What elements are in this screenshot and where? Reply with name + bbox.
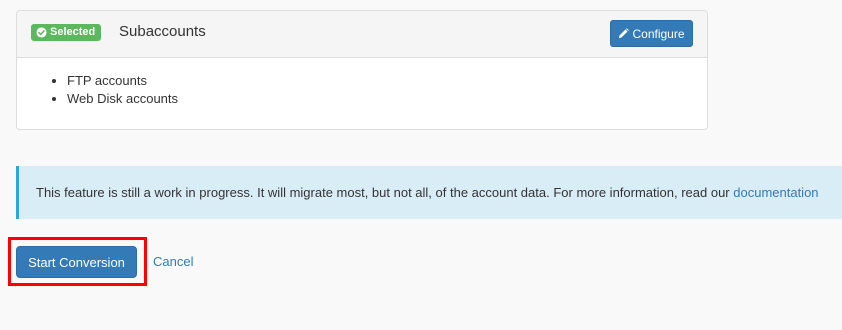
panel-title: Subaccounts <box>119 23 206 40</box>
subaccount-feature-list: FTP accounts Web Disk accounts <box>17 72 707 108</box>
pencil-icon <box>619 28 630 39</box>
work-in-progress-alert: This feature is still a work in progress… <box>16 166 842 219</box>
panel-body: FTP accounts Web Disk accounts <box>17 58 707 108</box>
alert-text: This feature is still a work in progress… <box>36 185 734 200</box>
documentation-link[interactable]: documentation <box>733 185 818 200</box>
subaccounts-panel: Selected Subaccounts Configure FTP accou… <box>16 10 708 130</box>
check-circle-icon <box>36 27 47 38</box>
selected-badge-label: Selected <box>50 26 96 38</box>
selected-badge: Selected <box>31 24 102 41</box>
start-conversion-button[interactable]: Start Conversion <box>16 246 137 278</box>
panel-heading: Selected Subaccounts Configure <box>17 11 707 58</box>
list-item: Web Disk accounts <box>67 90 707 108</box>
cancel-link[interactable]: Cancel <box>153 254 193 270</box>
list-item: FTP accounts <box>67 72 707 90</box>
configure-button-label: Configure <box>632 26 685 41</box>
configure-button[interactable]: Configure <box>610 20 693 47</box>
